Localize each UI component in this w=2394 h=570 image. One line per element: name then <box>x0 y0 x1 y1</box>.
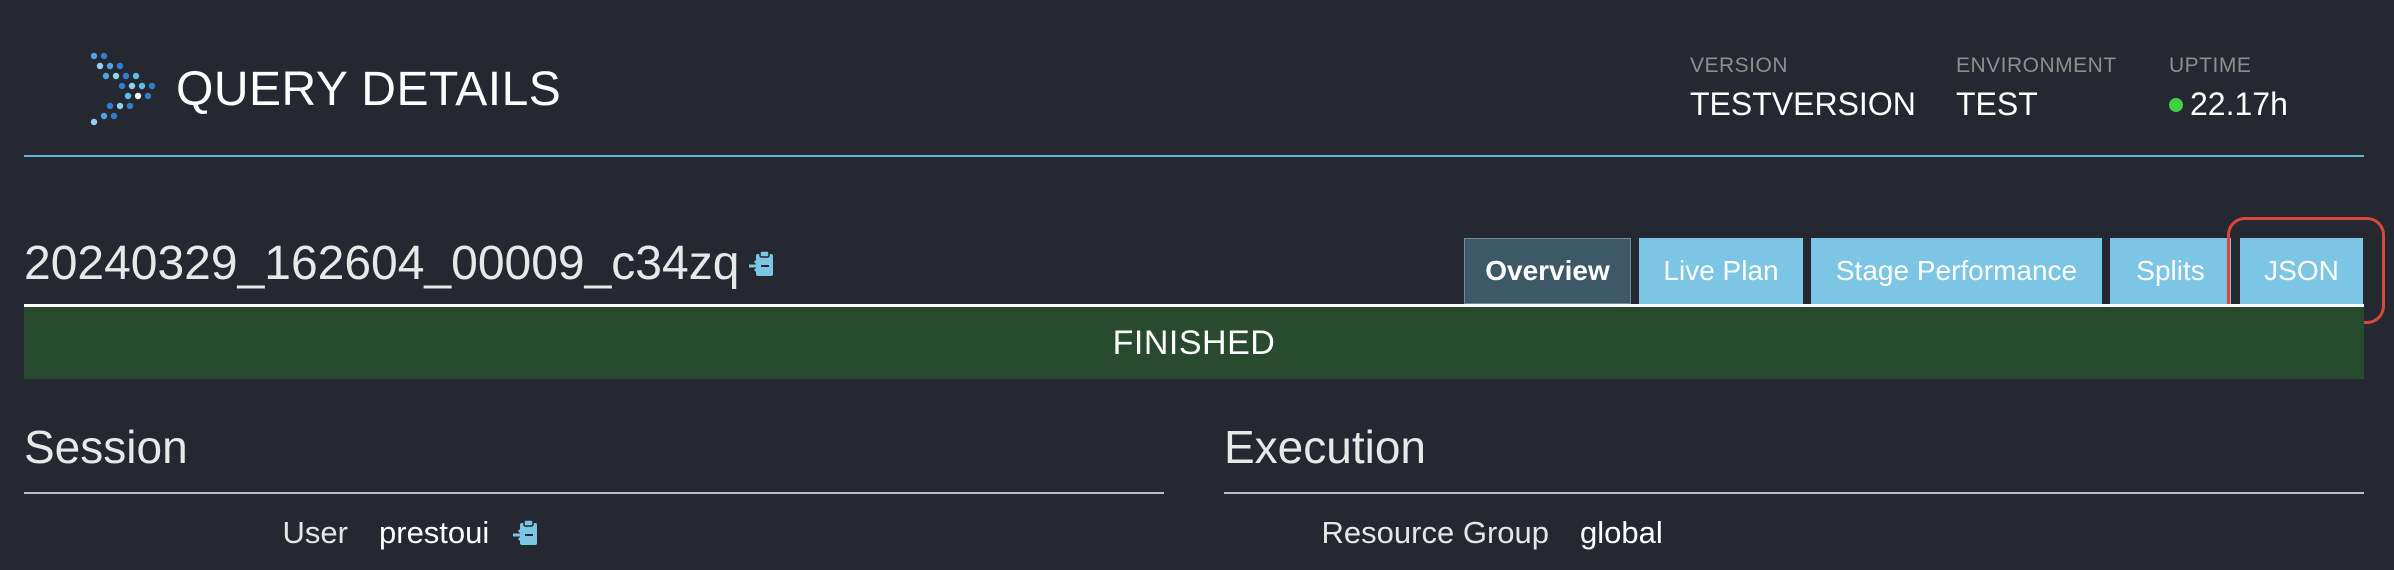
tab-bar: Overview Live Plan Stage Performance Spl… <box>0 238 2394 304</box>
tab-live-plan[interactable]: Live Plan <box>1639 238 1803 304</box>
version-info: VERSION TESTVERSION <box>1690 54 1916 123</box>
tab-json[interactable]: JSON <box>2240 238 2363 304</box>
tab-stage-performance[interactable]: Stage Performance <box>1811 238 2102 304</box>
page-title: QUERY DETAILS <box>176 63 562 116</box>
session-title: Session <box>24 421 188 473</box>
query-state-bar: FINISHED <box>24 304 2364 379</box>
tab-overview[interactable]: Overview <box>1464 238 1631 304</box>
execution-resource-group-label: Resource Group <box>1321 515 1549 550</box>
presto-logo-icon[interactable] <box>64 50 174 128</box>
uptime-value-row: 22.17h <box>2169 86 2288 123</box>
environment-label: ENVIRONMENT <box>1956 54 2117 77</box>
session-user-label: User <box>282 515 348 550</box>
execution-title: Execution <box>1224 421 1427 473</box>
session-divider <box>24 492 1164 494</box>
header-bar: QUERY DETAILS VERSION TESTVERSION ENVIRO… <box>24 0 2364 157</box>
environment-value: TEST <box>1956 86 2038 122</box>
clipboard-icon[interactable] <box>511 518 541 548</box>
uptime-value: 22.17h <box>2190 86 2288 122</box>
execution-divider <box>1224 492 2364 494</box>
uptime-info: UPTIME 22.17h <box>2169 54 2288 123</box>
execution-resource-group-value: global <box>1580 515 1663 550</box>
environment-info: ENVIRONMENT TEST <box>1956 54 2117 123</box>
version-value: TESTVERSION <box>1690 86 1916 122</box>
status-dot-icon <box>2169 97 2183 112</box>
tab-splits[interactable]: Splits <box>2110 238 2231 304</box>
session-user-value: prestoui <box>379 515 490 550</box>
uptime-label: UPTIME <box>2169 54 2252 77</box>
session-user-value-row: prestoui <box>379 515 541 551</box>
version-label: VERSION <box>1690 54 1789 77</box>
